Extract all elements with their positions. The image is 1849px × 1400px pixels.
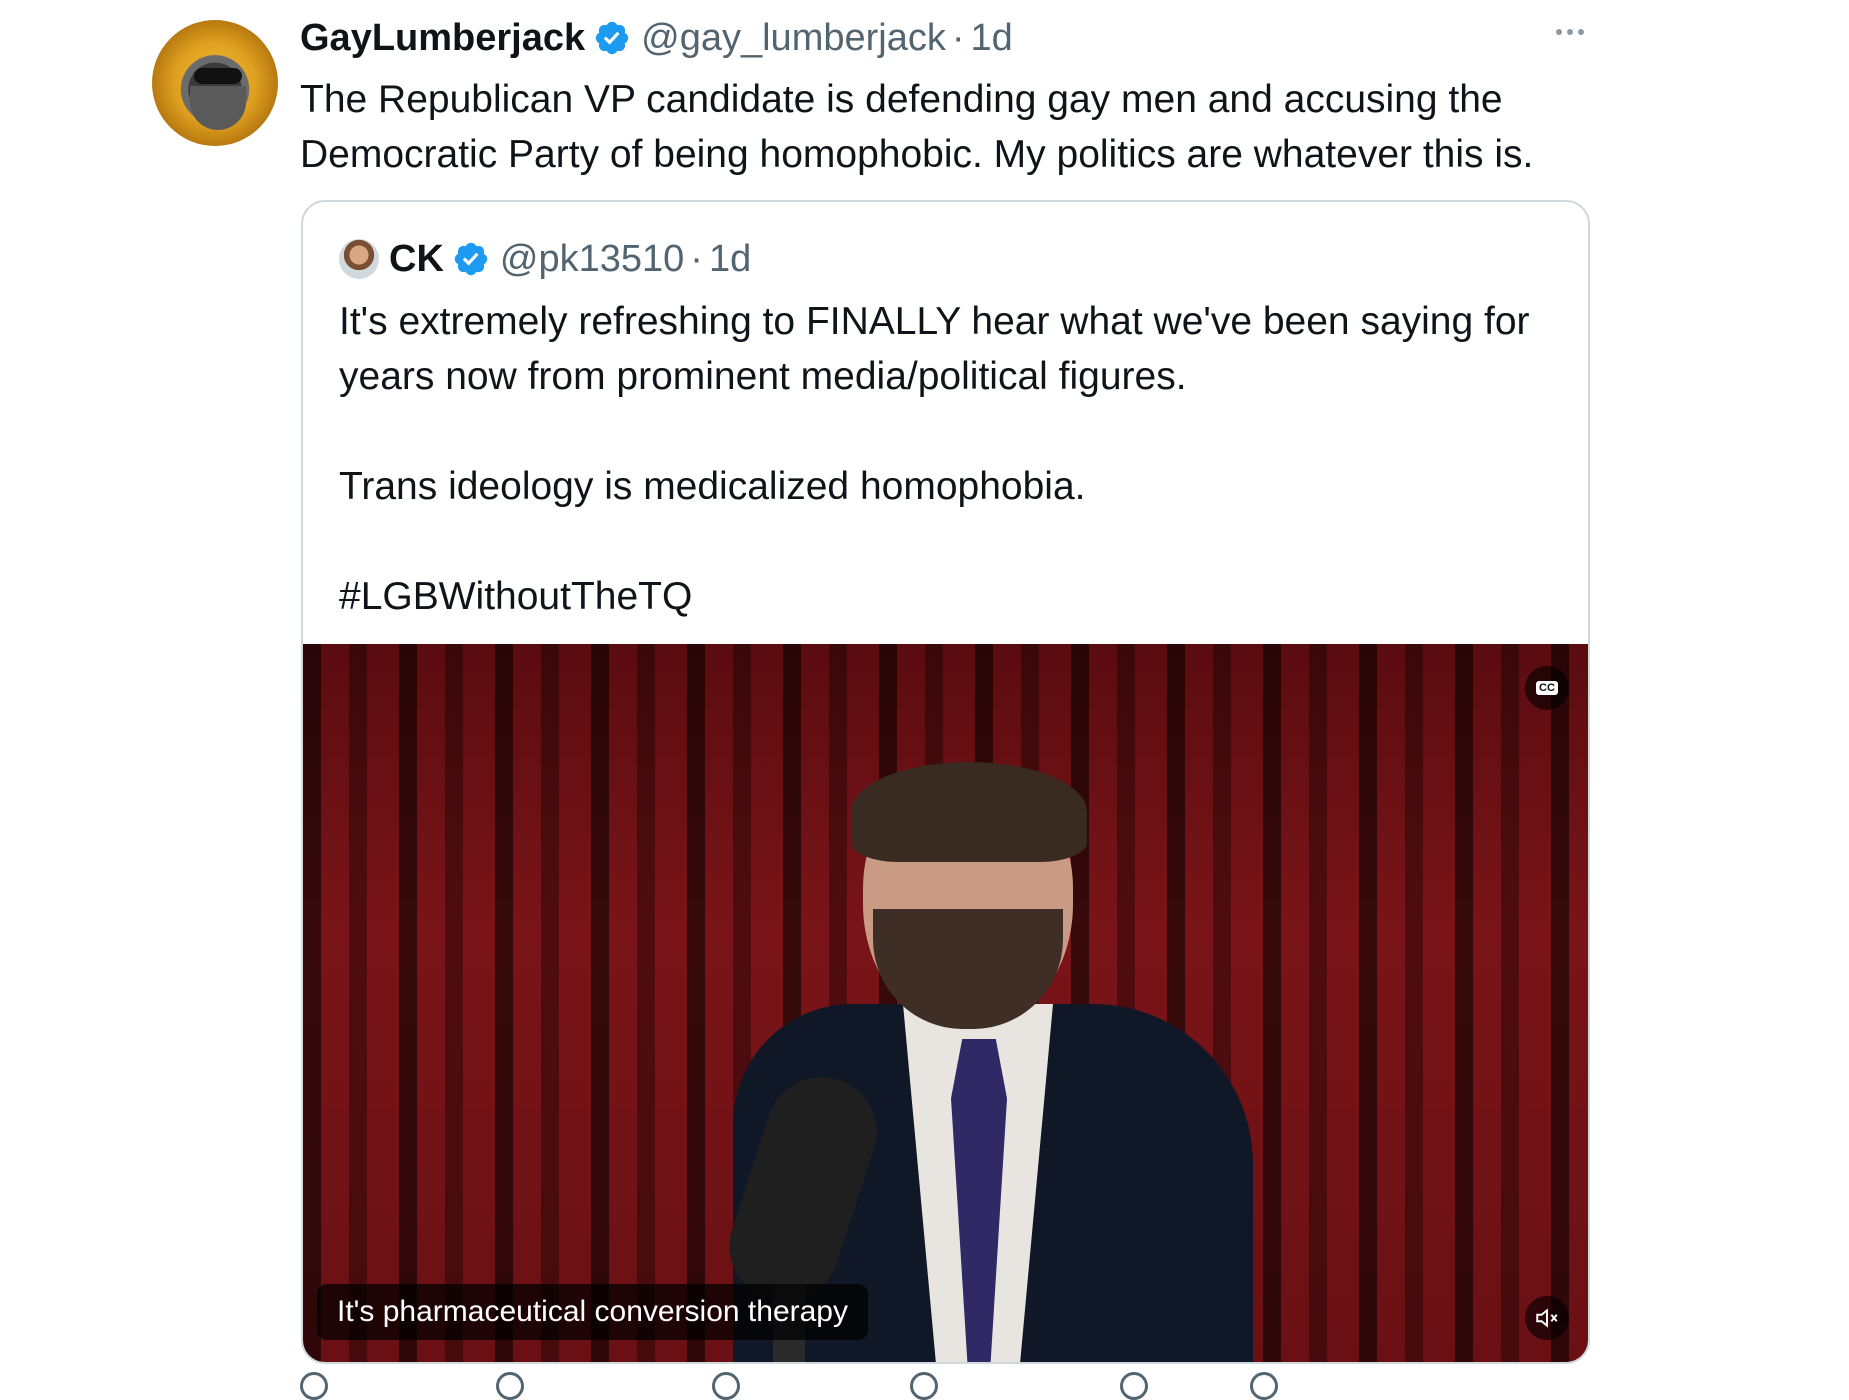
bookmark-icon[interactable] [1120,1372,1148,1400]
speaker-muted-icon [1536,1308,1558,1328]
verified-badge-icon [595,21,629,55]
like-icon[interactable] [712,1372,740,1400]
tweet-header: GayLumberjack @gay_lumberjack · 1d [300,12,1013,64]
quoted-author-avatar[interactable] [339,239,379,279]
share-icon[interactable] [1250,1372,1278,1400]
retweet-icon[interactable] [496,1372,524,1400]
video-caption: It's pharmaceutical conversion therapy [317,1284,868,1340]
quoted-tweet-text: It's extremely refreshing to FINALLY hea… [339,300,1530,618]
more-dot [1578,29,1584,35]
separator-dot: · [951,16,965,59]
reply-icon[interactable] [300,1372,328,1400]
avatar-glasses [194,68,242,84]
author-handle[interactable]: @gay_lumberjack [641,17,946,60]
quoted-tweet-time[interactable]: 1d [709,238,751,281]
more-icon[interactable] [1550,22,1590,42]
quoted-tweet-header: CK @pk13510 · 1d [339,234,751,284]
tweet-text: The Republican VP candidate is defending… [300,78,1534,176]
tweet-time[interactable]: 1d [971,17,1013,60]
tweet-action-bar [300,1372,1300,1400]
quoted-author-handle[interactable]: @pk13510 [500,238,684,281]
avatar-beard [190,86,246,130]
more-dot [1556,29,1562,35]
mute-icon[interactable] [1525,1296,1569,1340]
closed-captions-icon[interactable]: CC [1525,666,1569,710]
more-dot [1567,29,1573,35]
tweet-avatar[interactable] [152,20,278,146]
video-player[interactable]: CC It's pharmaceutical conversion therap… [303,644,1588,1362]
video-person-hair [851,762,1087,862]
cc-label: CC [1536,681,1558,695]
quoted-author-name[interactable]: CK [389,238,444,281]
verified-badge-icon [454,242,488,276]
author-name[interactable]: GayLumberjack [300,17,585,60]
separator-dot: · [690,237,703,280]
views-icon[interactable] [910,1372,938,1400]
quoted-tweet[interactable]: CK @pk13510 · 1d It's extremely refreshi… [301,200,1590,1364]
